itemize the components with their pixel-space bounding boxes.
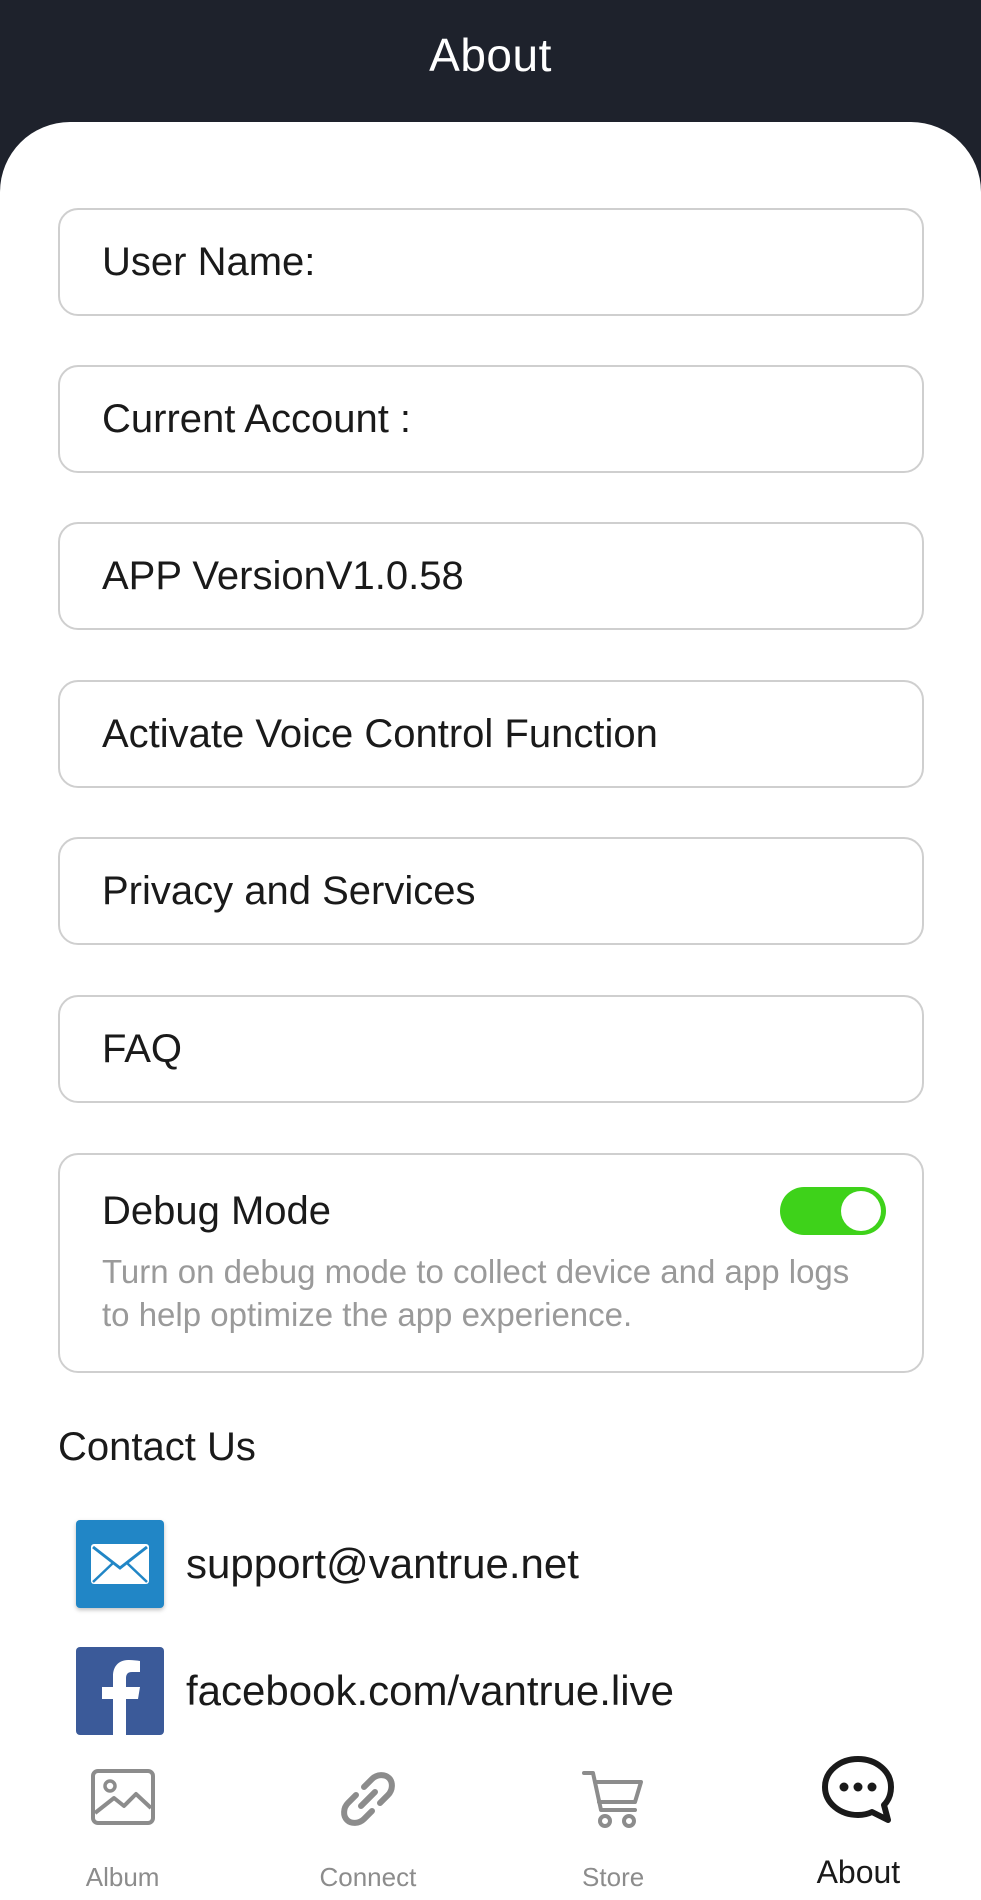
debug-mode-card: Debug Mode Turn on debug mode to collect… <box>58 1153 924 1373</box>
tab-about[interactable]: About <box>736 1736 981 1900</box>
contact-email[interactable]: support@vantrue.net <box>76 1519 876 1609</box>
tab-connect[interactable]: Connect <box>245 1736 490 1900</box>
contact-facebook[interactable]: facebook.com/vantrue.live <box>76 1646 876 1736</box>
debug-mode-toggle[interactable] <box>780 1187 886 1235</box>
debug-mode-description: Turn on debug mode to collect device and… <box>102 1253 850 1333</box>
toggle-knob <box>841 1191 881 1231</box>
tab-album[interactable]: Album <box>0 1736 245 1900</box>
bottom-tab-bar: Album Connect Store About <box>0 1736 981 1900</box>
tab-store-label: Store <box>582 1862 645 1892</box>
chat-dots-icon <box>820 1754 896 1831</box>
contact-us-heading: Contact Us <box>58 1425 256 1469</box>
page-title: About <box>429 29 552 81</box>
tab-album-label: Album <box>85 1862 160 1892</box>
user-name-row[interactable]: User Name: <box>58 208 924 316</box>
tab-store[interactable]: Store <box>491 1736 736 1900</box>
app-header: About <box>0 0 981 122</box>
current-account-row[interactable]: Current Account : <box>58 365 924 473</box>
support-email-link[interactable]: support@vantrue.net <box>186 1540 579 1588</box>
tab-connect-label: Connect <box>319 1862 417 1892</box>
debug-mode-title: Debug Mode <box>102 1189 332 1233</box>
facebook-icon <box>76 1647 164 1735</box>
faq-row[interactable]: FAQ <box>58 995 924 1103</box>
voice-control-row[interactable]: Activate Voice Control Function <box>58 680 924 788</box>
mail-icon <box>76 1520 164 1608</box>
facebook-link[interactable]: facebook.com/vantrue.live <box>186 1667 674 1715</box>
cart-icon <box>581 1768 645 1835</box>
link-icon <box>337 1768 399 1835</box>
privacy-services-row[interactable]: Privacy and Services <box>58 837 924 945</box>
tab-about-label: About <box>816 1854 901 1890</box>
app-version-row[interactable]: APP VersionV1.0.58 <box>58 522 924 630</box>
album-icon <box>90 1768 156 1831</box>
